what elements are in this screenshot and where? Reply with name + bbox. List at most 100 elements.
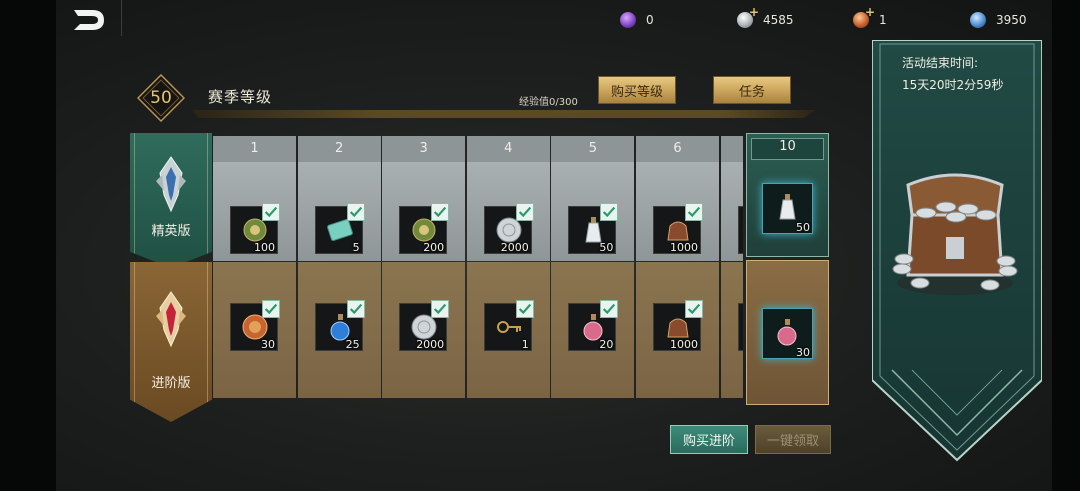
currency-blue[interactable]: 3950 (970, 10, 1027, 30)
level-number: 3 (382, 136, 466, 162)
advanced-reward[interactable]: 20 (568, 300, 619, 351)
advanced-reward-cell: 2000 (382, 262, 466, 398)
header-divider (192, 110, 816, 118)
reward-count: 1000 (670, 241, 698, 254)
claimed-check-icon (346, 300, 365, 318)
elite-reward[interactable]: 200 (399, 203, 450, 254)
advanced-reward-cell: 1 (466, 262, 550, 398)
season-level: 50 (150, 88, 172, 108)
elite-reward[interactable] (737, 206, 743, 254)
reward-count: 25 (345, 338, 360, 351)
level-column: 1 100 30 (213, 136, 296, 398)
level10-advanced-cell: 30 (746, 260, 829, 405)
claimed-check-icon (431, 300, 450, 318)
claimed-check-icon (515, 203, 534, 221)
claimed-check-icon (346, 203, 365, 221)
reward-count: 30 (796, 346, 810, 359)
back-icon[interactable] (70, 6, 108, 34)
reward-count: 30 (261, 338, 275, 351)
advanced-reward[interactable] (737, 303, 743, 351)
event-countdown: 15天20时2分59秒 (902, 78, 1004, 92)
advanced-reward[interactable]: 1 (483, 300, 534, 351)
bronze-token-icon: + (853, 5, 875, 28)
buy-level-button[interactable]: 购买等级 (598, 76, 676, 104)
treasure-chest-icon[interactable] (890, 165, 1020, 300)
elite-reward-cell (720, 162, 743, 261)
claim-all-button[interactable]: 一键领取 (755, 425, 831, 454)
claimed-check-icon (685, 203, 703, 221)
level-number: 4 (466, 136, 550, 162)
advanced-reward[interactable]: 30 (230, 300, 280, 351)
level-number: 1 (213, 136, 296, 162)
currency-silver[interactable]: + 4585 (737, 5, 794, 30)
reward-count: 200 (423, 241, 445, 254)
advanced-emblem-icon (156, 291, 186, 348)
advanced-row-header: 进阶版 (130, 262, 212, 422)
purple-gem-icon (620, 12, 636, 28)
level-column: 5 50 20 (551, 136, 635, 398)
advanced-reward-cell: 30 (213, 262, 296, 398)
advanced-reward-cell: 1000 (636, 262, 719, 398)
level-column: 6 1000 1000 (636, 136, 719, 398)
claimed-check-icon (600, 203, 619, 221)
level10-elite-cell: 10 50 (746, 133, 829, 257)
level10-number: 10 (779, 139, 796, 154)
exp-progress: 经验值0/300 (519, 97, 578, 108)
advanced-reward[interactable]: 1000 (653, 300, 703, 351)
elite-reward-cell: 200 (382, 162, 466, 261)
level-column: 2 5 25 (297, 136, 381, 398)
level-number-peek (720, 136, 743, 162)
currency-bronze[interactable]: + 1 (853, 5, 887, 30)
plus-icon[interactable]: + (749, 5, 759, 19)
buy-advanced-button[interactable]: 购买进阶 (670, 425, 748, 454)
elite-reward[interactable]: 1000 (653, 203, 703, 254)
advanced-reward[interactable]: 2000 (399, 300, 450, 351)
elite-reward[interactable]: 2000 (483, 203, 534, 254)
top-divider (121, 0, 122, 36)
elite-reward-cell: 2000 (466, 162, 550, 261)
level-column-peek (720, 136, 743, 398)
event-end-label: 活动结束时间: (902, 56, 979, 70)
reward-grid[interactable]: 1 100 30 2 5 25 3 200 2000 4 2000 1 5 50… (213, 136, 743, 398)
elite-reward[interactable]: 50 (568, 203, 619, 254)
level10-advanced-reward[interactable]: 30 (762, 308, 813, 359)
level-number: 6 (636, 136, 719, 162)
reward-count: 5 (352, 241, 360, 254)
currency-value: 1 (879, 13, 887, 27)
elite-reward-cell: 5 (297, 162, 381, 261)
level-column: 4 2000 1 (466, 136, 550, 398)
claimed-check-icon (685, 300, 703, 318)
pink-potion-icon (777, 319, 797, 346)
reward-count: 100 (254, 241, 275, 254)
elite-row-label: 精英版 (151, 224, 191, 239)
advanced-reward-cell (720, 262, 743, 398)
elite-reward-cell: 100 (213, 162, 296, 261)
advanced-reward[interactable]: 25 (314, 300, 365, 351)
tasks-button[interactable]: 任务 (713, 76, 791, 104)
reward-count: 20 (599, 338, 614, 351)
advanced-reward-cell: 25 (297, 262, 381, 398)
claimed-check-icon (262, 300, 280, 318)
level-number: 2 (297, 136, 381, 162)
elite-reward[interactable]: 100 (230, 203, 280, 254)
reward-count: 2000 (416, 338, 445, 351)
blue-crystal-icon (970, 12, 986, 28)
reward-count: 1000 (670, 338, 698, 351)
currency-value: 4585 (763, 13, 794, 27)
elite-reward-cell: 50 (551, 162, 635, 261)
claimed-check-icon (515, 300, 534, 318)
elite-reward[interactable]: 5 (314, 203, 365, 254)
plus-icon[interactable]: + (865, 5, 875, 19)
claimed-check-icon (262, 203, 280, 221)
reward-count: 2000 (500, 241, 529, 254)
level10-elite-reward[interactable]: 50 (762, 183, 813, 234)
currency-purple[interactable]: 0 (620, 10, 654, 30)
currency-value: 0 (646, 13, 654, 27)
left-letterbox (0, 0, 56, 491)
white-potion-icon (779, 194, 796, 220)
claimed-check-icon (600, 300, 619, 318)
silver-coin-icon: + (737, 5, 759, 28)
level-column: 3 200 2000 (382, 136, 466, 398)
level-number: 5 (551, 136, 635, 162)
right-letterbox (1052, 0, 1080, 491)
